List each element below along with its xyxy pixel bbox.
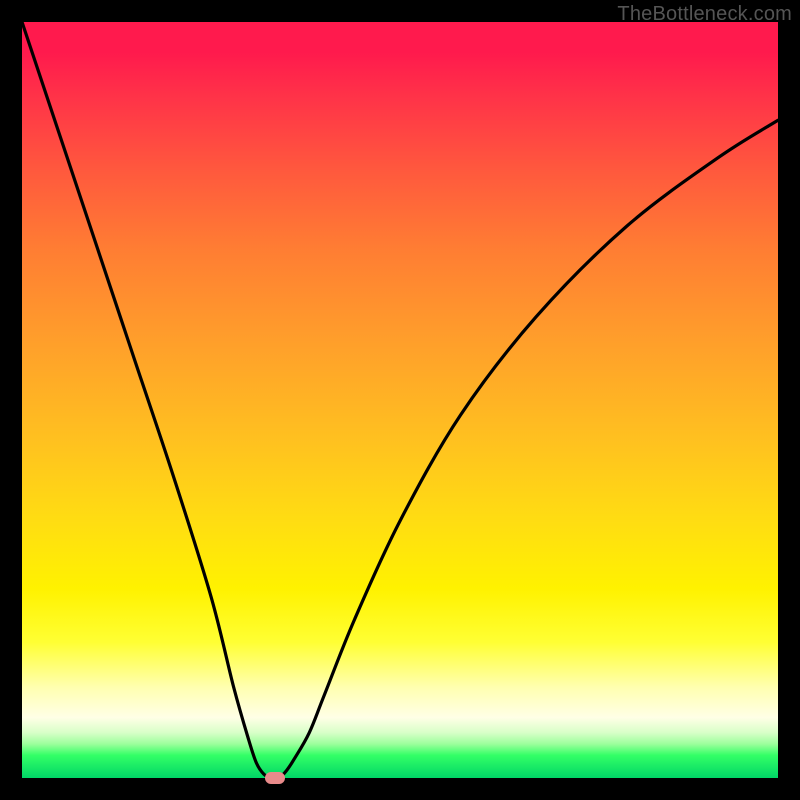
bottleneck-curve-path (22, 22, 778, 778)
watermark-text: TheBottleneck.com (617, 3, 792, 26)
bottleneck-curve-svg (22, 22, 778, 778)
optimal-point-marker (265, 772, 285, 784)
chart-frame (22, 22, 778, 778)
